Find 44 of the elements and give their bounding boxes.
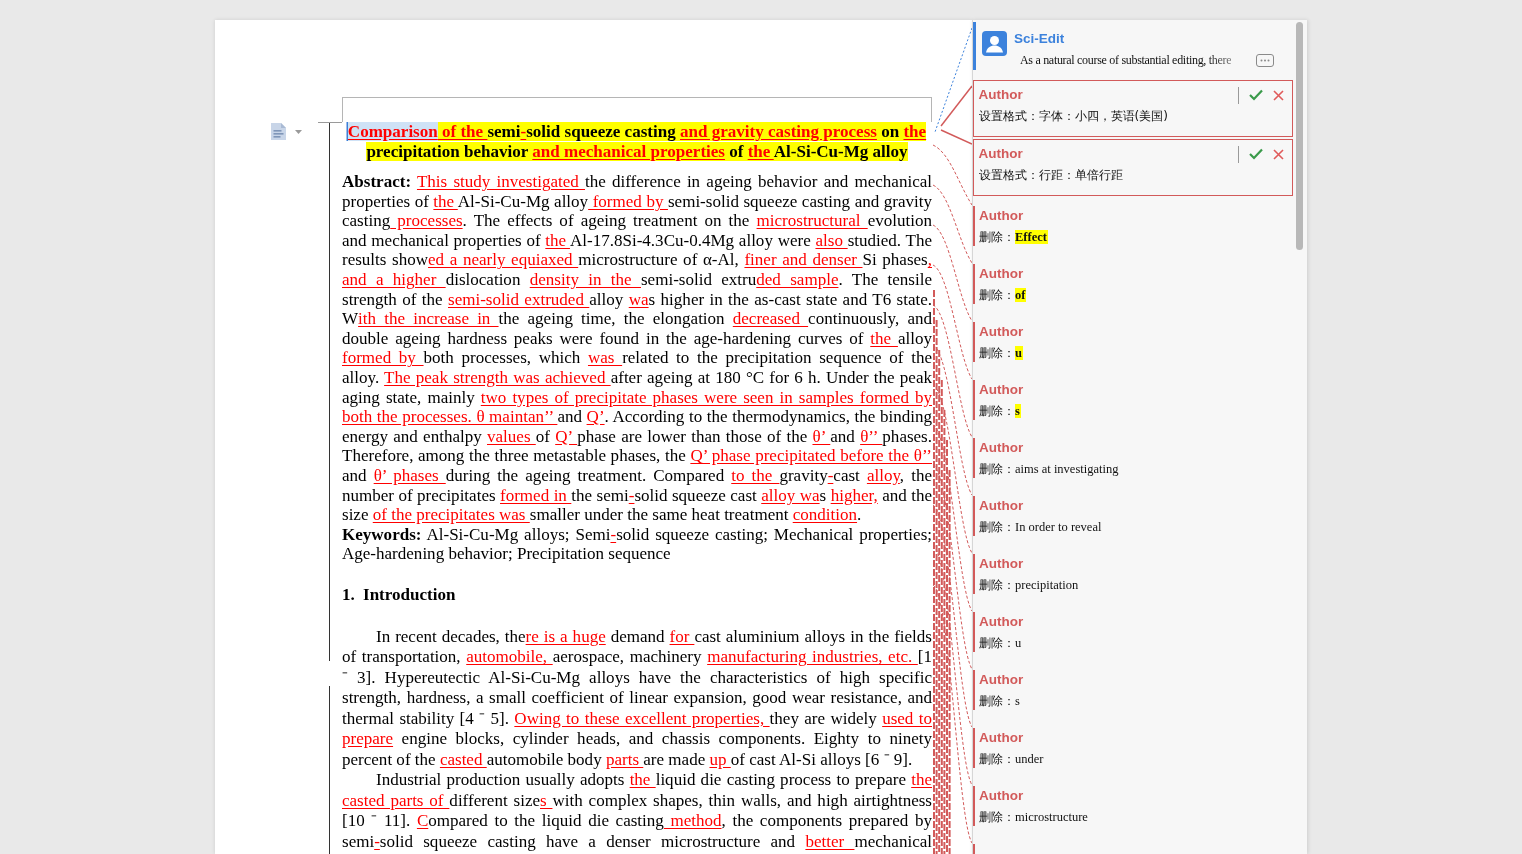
deletion-text: 删除：precipitation <box>979 578 1080 592</box>
deletion-text: 删除：microstructure <box>979 810 1089 824</box>
author-name: Author <box>978 146 1023 162</box>
author-name: Sci-Edit <box>1014 31 1065 47</box>
document-icon <box>270 122 287 141</box>
comment-text: As a natural course of substantial editing, there <box>1020 52 1232 68</box>
author-name: Author <box>979 614 1024 629</box>
body-paragraph: In recent decades, there is a huge demand for cast aluminium alloys in the fields of transportation, automobile, aerospace, machinery manufacturing industries, etc. [1 ⁻ 3]. Hypereutectic Al-Si-Cu-Mg alloys have the characteristics of high specific strength, hardness, a small coefficient of linear expansion, good wear resistance, and thermal stability [4 ⁻ 5]. Owing to these excellent properties, they are widely used to prepare engine blocks, cylinder heads, and chassis components. Eighty to ninety percent of the casted automobile body parts are made up of cast Al-Si alloys [6 ⁻ 9]. <box>342 626 932 771</box>
deletion-text: 删除：u <box>979 346 1023 360</box>
author-name: Author <box>979 788 1024 803</box>
change-text: 设置格式：字体：小四，英语(美国) <box>978 108 1169 125</box>
author-name: Author <box>979 266 1024 281</box>
deletion-text: 删除：of <box>979 288 1027 302</box>
caret-icon <box>295 129 302 134</box>
check-icon[interactable] <box>1249 148 1263 160</box>
deletion-text: 删除：s <box>979 404 1021 418</box>
body-paragraph: Industrial production usually adopts the liquid die casting process to prepare the casted parts of different sizes with complex shapes, thin walls, and high airtightness [10 ⁻ 11]. Compared to the liquid die casting method, the components prepared by semi-solid squeeze casting have a denser microstructure and better mechanical <box>342 770 932 853</box>
deletion-text: 删除：s <box>979 694 1021 708</box>
author-name: Author <box>979 324 1024 339</box>
author-name: Author <box>978 87 1023 103</box>
check-icon[interactable] <box>1249 89 1263 101</box>
abstract-paragraph: Abstract: This study investigated the difference in ageing behavior and mechanical properties of the Al-Si-Cu-Mg alloy formed by semi-solid squeeze casting and gravity casting processes. The effects of ageing treatment on the microstructural evolution and mechanical properties of the Al-17.8Si-4.3Cu-0.4Mg alloy were also studied. The results showed a nearly equiaxed microstructure of α-Al, finer and denser Si phases, and a higher dislocation density in the semi-solid extruded sample. The tensile strength of the semi-solid extruded alloy was higher in the as-cast state and T6 state. With the increase in the ageing time, the elongation decreased continuously, and double ageing hardness peaks were found in the age-hardening curves of the alloy formed by both processes, which was related to the precipitation sequence of the alloy. The peak strength was achieved after ageing at 180 °C for 6 h. Under the peak aging state, mainly two types of precipitate phases were seen in samples formed by both the processes. θ maintan’’ and Q’. According to the thermodynamics, the binding energy and enthalpy values of Q’ phase are lower than those of the θ’ and θ’’ phases. Therefore, among the three metastable phases, the Q’ phase precipitated before the θ’’ and θ’ phases during the ageing treatment. Compared to the gravity-cast alloy, the number of precipitates formed in the semi-solid squeeze cast alloy was higher, and the size of the precipitates was smaller under the same heat treatment condition. <box>342 172 932 525</box>
author-name: Author <box>979 208 1024 223</box>
deletion-text: 删除：Effect <box>979 230 1048 244</box>
paragraph-menu-button[interactable] <box>270 122 302 141</box>
deletion-text: 删除：aims at investigating <box>979 462 1120 476</box>
deletion-text: 删除：under <box>979 752 1045 766</box>
cross-icon[interactable] <box>1273 89 1284 101</box>
author-name: Author <box>979 672 1024 687</box>
author-name: Author <box>979 440 1024 455</box>
document-title: Comparison of the semi-solid squeeze casting and gravity casting process on the precipitation behavior and mechanical properties of the Al-Si-Cu-Mg alloy <box>346 122 928 161</box>
scrollbar-thumb[interactable] <box>1296 22 1303 250</box>
keywords-paragraph: Keywords: Al-Si-Cu-Mg alloys; Semi-solid squeeze casting; Mechanical properties; Age-hardening behavior; Precipitation sequence <box>342 524 932 564</box>
section-heading: 1. Introduction <box>342 584 457 606</box>
more-icon[interactable] <box>1256 53 1274 67</box>
deletion-text: 删除：In order to reveal <box>979 520 1103 534</box>
deletion-text: 删除：u <box>979 636 1023 650</box>
author-name: Author <box>979 556 1024 571</box>
author-name: Author <box>979 730 1024 745</box>
author-name: Author <box>979 498 1024 513</box>
avatar-icon <box>982 31 1007 56</box>
cross-icon[interactable] <box>1273 148 1284 160</box>
author-name: Author <box>979 382 1024 397</box>
change-text: 设置格式：行距：单倍行距 <box>978 167 1124 184</box>
